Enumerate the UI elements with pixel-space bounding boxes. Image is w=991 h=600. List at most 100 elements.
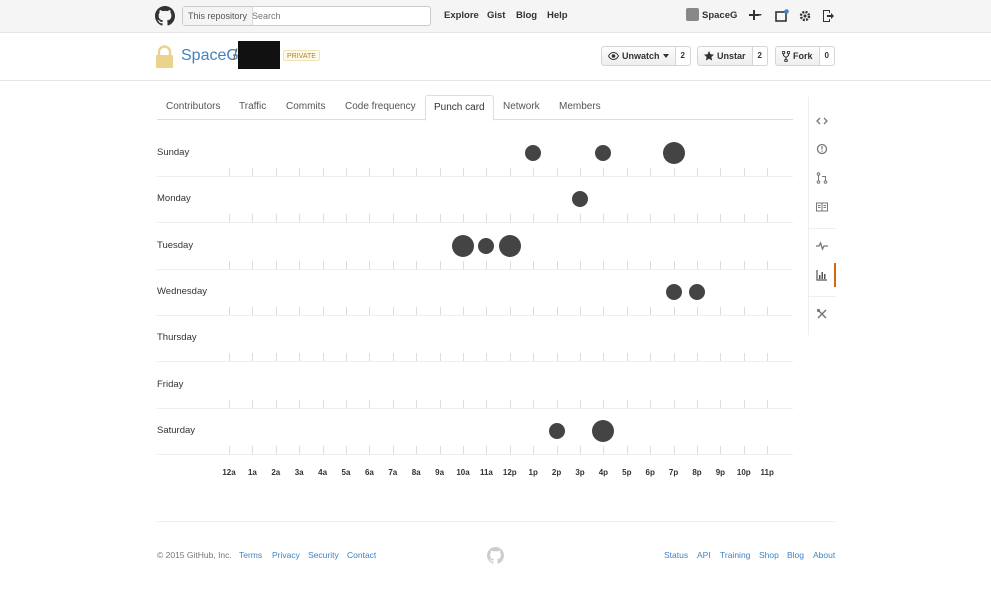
stargazers-count[interactable]: 2 (752, 46, 768, 66)
search-box[interactable]: This repository (182, 6, 431, 26)
issues-icon[interactable] (816, 143, 828, 155)
wiki-icon[interactable] (816, 201, 828, 213)
hour-tick (486, 306, 488, 315)
punch-dot[interactable] (548, 422, 565, 439)
hour-tick (392, 445, 394, 454)
graphs-icon[interactable] (816, 269, 828, 281)
hour-tick (673, 306, 675, 315)
hour-tick (697, 306, 698, 315)
hour-tick (533, 306, 535, 315)
repo-header: SpaceG / PRIVATE Unwatch 2 Unstar 2 Fork… (0, 33, 991, 81)
hour-tick (299, 445, 301, 454)
footer-link-shop[interactable]: Shop (759, 550, 779, 560)
nav-gist[interactable]: Gist (487, 10, 505, 21)
redacted-repo-name[interactable] (238, 41, 280, 69)
watchers-count[interactable]: 2 (675, 46, 691, 66)
sign-out-icon[interactable] (821, 9, 835, 23)
fork-button[interactable]: Fork (775, 46, 820, 66)
footer-link-training[interactable]: Training (720, 550, 750, 560)
footer-link-about[interactable]: About (813, 550, 835, 560)
footer-link-contact[interactable]: Contact (347, 550, 376, 560)
footer-divider (157, 521, 835, 522)
fork-icon (782, 50, 790, 62)
nav-blog[interactable]: Blog (516, 10, 537, 21)
hour-tick (767, 214, 769, 223)
hour-tick (697, 214, 698, 223)
repo-owner-link[interactable]: SpaceG (181, 47, 239, 65)
footer-link-blog[interactable]: Blog (787, 550, 804, 560)
nav-help[interactable]: Help (547, 10, 568, 21)
unwatch-button[interactable]: Unwatch (601, 46, 676, 66)
side-divider (809, 296, 836, 297)
hour-tick (369, 399, 371, 408)
pull-request-icon[interactable] (816, 172, 828, 184)
hour-tick (392, 214, 394, 223)
pulse-icon[interactable] (816, 240, 828, 252)
punch-dot[interactable] (525, 145, 542, 161)
hour-tick (486, 399, 488, 408)
hour-tick (580, 306, 581, 315)
hour-tick (275, 353, 277, 362)
header-bar: This repository Explore Gist Blog Help S… (0, 0, 991, 33)
unwatch-label: Unwatch (622, 51, 660, 61)
footer-link-privacy[interactable]: Privacy (272, 550, 300, 560)
lock-icon (156, 45, 173, 68)
tab-members[interactable]: Members (551, 95, 609, 120)
hour-label-11p: 11p (760, 468, 774, 477)
github-mark-icon[interactable] (487, 547, 504, 564)
hour-tick (346, 353, 347, 362)
nav-explore[interactable]: Explore (444, 10, 479, 21)
tab-commits[interactable]: Commits (278, 95, 333, 120)
row-baseline (157, 176, 793, 177)
github-logo-icon[interactable] (155, 6, 175, 26)
tab-code-frequency[interactable]: Code frequency (337, 95, 424, 120)
footer-link-status[interactable]: Status (664, 550, 688, 560)
code-icon[interactable] (816, 115, 828, 127)
tab-contributors[interactable]: Contributors (158, 95, 228, 120)
unstar-button[interactable]: Unstar (697, 46, 753, 66)
footer-link-api[interactable]: API (697, 550, 711, 560)
forks-count[interactable]: 0 (819, 46, 835, 66)
settings-tools-icon[interactable] (816, 308, 828, 320)
punch-dot[interactable] (689, 283, 705, 300)
create-new-icon[interactable] (748, 9, 762, 23)
punch-dot[interactable] (662, 142, 685, 164)
hour-tick (580, 399, 581, 408)
punch-dot[interactable] (665, 283, 682, 300)
hour-tick (439, 353, 441, 362)
hour-tick (697, 399, 698, 408)
hour-tick (275, 399, 277, 408)
tab-traffic[interactable]: Traffic (231, 95, 274, 120)
hour-tick (603, 353, 605, 362)
user-menu[interactable]: SpaceG (686, 8, 737, 21)
hour-tick (580, 445, 581, 454)
hour-tick (533, 168, 535, 176)
hour-tick (650, 353, 652, 362)
punch-dot[interactable] (452, 234, 474, 257)
side-divider (809, 228, 836, 229)
graphs-tabs: Contributors Traffic Commits Code freque… (157, 95, 793, 121)
hour-tick (720, 353, 722, 362)
hour-tick (439, 399, 441, 408)
search-input[interactable] (252, 8, 422, 24)
footer-link-terms[interactable]: Terms (239, 550, 262, 560)
unstar-label: Unstar (717, 51, 746, 61)
hour-tick (580, 353, 581, 362)
hour-tick (767, 399, 769, 408)
hour-tick (673, 214, 675, 223)
hour-tick (533, 353, 535, 362)
punch-dot[interactable] (478, 237, 495, 254)
punch-dot[interactable] (592, 419, 615, 442)
punch-dot[interactable] (572, 191, 588, 208)
tab-network[interactable]: Network (495, 95, 548, 120)
punch-dot[interactable] (498, 234, 521, 257)
punch-dot[interactable] (595, 145, 612, 161)
notifications-icon[interactable] (775, 9, 789, 23)
day-label-monday: Monday (157, 193, 191, 205)
hour-tick (626, 445, 628, 454)
settings-gear-icon[interactable] (798, 9, 812, 23)
hour-tick (275, 168, 277, 176)
row-baseline (157, 453, 793, 455)
tab-punch-card[interactable]: Punch card (425, 95, 494, 121)
footer-link-security[interactable]: Security (308, 550, 339, 560)
